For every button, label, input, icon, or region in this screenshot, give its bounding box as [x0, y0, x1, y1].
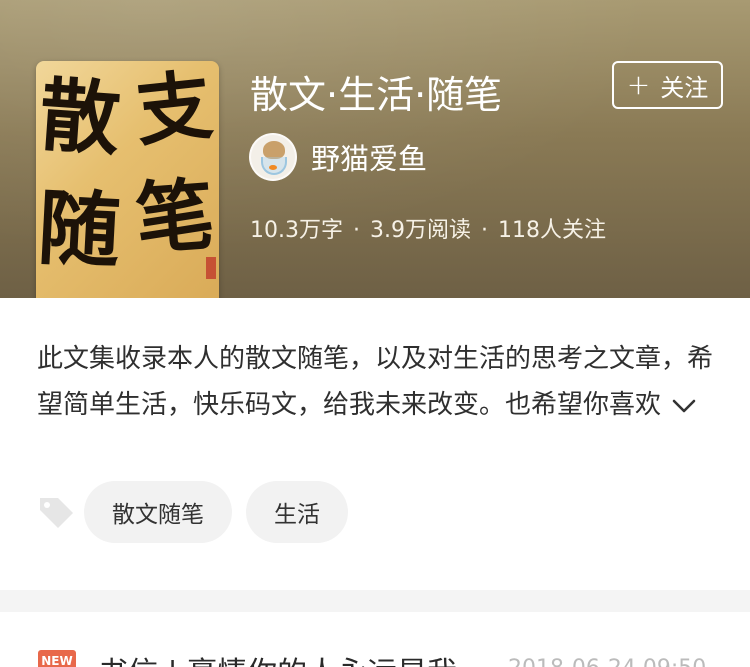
cover-glyph: 随	[36, 179, 123, 281]
chevron-down-icon[interactable]	[671, 398, 697, 414]
plus-icon: +	[626, 68, 651, 101]
follow-button-label: 关注	[660, 73, 709, 102]
tag-chip[interactable]: 生活	[246, 481, 348, 543]
avatar[interactable]	[249, 133, 297, 181]
article-date: 2018-06-24 09:50	[508, 656, 706, 667]
article-title[interactable]: 书信 | 豪情你的人永远是我	[98, 648, 457, 667]
article-list-item[interactable]: NEW 书信 | 豪情你的人永远是我 2018-06-24 09:50	[0, 612, 750, 667]
tag-chip[interactable]: 散文随笔	[84, 481, 232, 543]
collection-title: 散文·生活·随笔	[250, 73, 503, 117]
description-text: 此文集收录本人的散文随笔，以及对生活的思考之文章，希望简单生活，快乐码文，给我未…	[37, 344, 714, 420]
new-badge: NEW	[38, 650, 76, 667]
collection-cover-image: 支 散 笔 随	[36, 61, 219, 298]
read-count: 3.9万阅读	[370, 218, 471, 243]
cover-glyph: 散	[36, 67, 124, 167]
follow-button[interactable]: + 关注	[612, 61, 723, 109]
collection-header: 支 散 笔 随 散文·生活·随笔 + 关注 野猫爱鱼 10.3万字 · 3.9万阅读…	[0, 0, 750, 298]
cover-glyph: 支	[131, 61, 217, 157]
follower-count: 118人关注	[498, 218, 606, 243]
cover-seal	[206, 257, 216, 279]
tag-list: 散文随笔 生活	[36, 481, 362, 543]
section-divider	[0, 590, 750, 612]
word-count: 10.3万字	[250, 218, 343, 243]
collection-stats: 10.3万字 · 3.9万阅读 · 118人关注	[250, 218, 606, 243]
cover-glyph: 笔	[132, 169, 218, 266]
tag-icon	[40, 498, 73, 528]
collection-description[interactable]: 此文集收录本人的散文随笔，以及对生活的思考之文章，希望简单生活，快乐码文，给我未…	[37, 336, 717, 428]
author-name[interactable]: 野猫爱鱼	[311, 136, 427, 178]
author-info[interactable]: 野猫爱鱼	[249, 133, 427, 181]
